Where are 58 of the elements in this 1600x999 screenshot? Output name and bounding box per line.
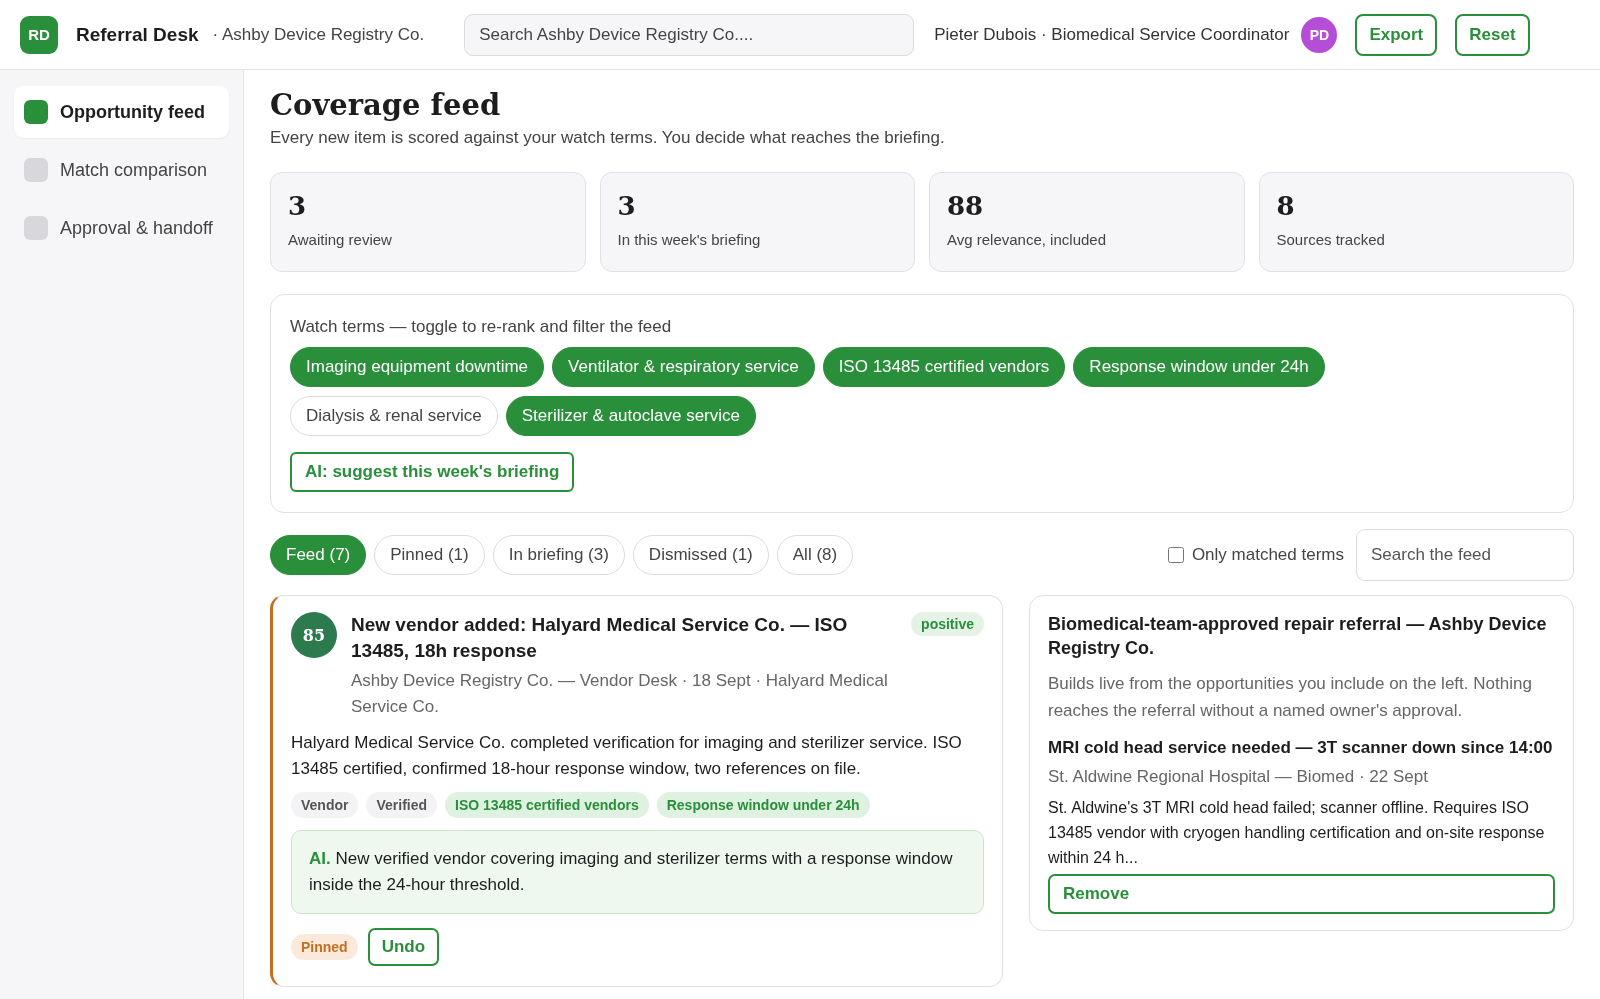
filter-tab[interactable]: Feed (7) bbox=[270, 535, 367, 575]
referral-title: Biomedical-team-approved repair referral — Ashby Device Registry Co. bbox=[1048, 613, 1548, 660]
ai-suggest-button[interactable]: AI: suggest this week's briefing bbox=[290, 452, 575, 492]
status-badge: Pinned bbox=[291, 934, 358, 960]
page-title: Coverage feed bbox=[270, 88, 502, 122]
header-button[interactable]: Reset bbox=[1455, 13, 1530, 56]
item-body: Halyard Medical Service Co. completed verification for imaging and sterilizer service. ISO 13485 certified, confirmed 18-hour response window, two references on file. bbox=[291, 732, 963, 780]
ai-note: AI. New verified vendor covering imaging and sterilizer terms with a response window inside the 24-hour threshold. bbox=[291, 830, 984, 914]
watch-terms-label: Watch terms — toggle to re-rank and filter the feed bbox=[290, 317, 673, 337]
stat-value: 8 bbox=[1276, 191, 1296, 221]
stat-label: Awaiting review bbox=[288, 231, 393, 248]
tag: Response window under 24h bbox=[656, 792, 870, 818]
tag: Verified bbox=[366, 792, 438, 818]
undo-button[interactable]: Undo bbox=[367, 928, 440, 966]
referral-description: Builds live from the opportunities you include on the left. Nothing reaches the referral without a named owner's approval. bbox=[1048, 673, 1533, 722]
user-name: Pieter Dubois · Biomedical Service Coordinator bbox=[934, 24, 1290, 45]
sidebar-item[interactable]: Opportunity feed bbox=[14, 86, 229, 138]
referral-item-body: St. Aldwine's 3T MRI cold head failed; scanner offline. Requires ISO 13485 vendor with cryogen handling certification and on-site response within 24 h... bbox=[1048, 798, 1546, 868]
stat-label: Avg relevance, included bbox=[947, 231, 1107, 248]
stat-value: 3 bbox=[617, 191, 637, 221]
filter-tab[interactable]: Dismissed (1) bbox=[632, 535, 769, 575]
referral-item-title: MRI cold head service needed — 3T scanner down since 14:00 bbox=[1048, 737, 1554, 759]
tag: Vendor bbox=[291, 792, 359, 818]
watch-term-toggle[interactable]: ISO 13485 certified vendors bbox=[822, 347, 1066, 387]
filter-tab[interactable]: All (8) bbox=[776, 535, 854, 575]
feed-search-field[interactable]: Search the feed bbox=[1356, 529, 1574, 581]
app-name: Referral Desk bbox=[76, 23, 199, 46]
sidebar-item[interactable]: Match comparison bbox=[14, 144, 229, 196]
stat-value: 88 bbox=[947, 191, 985, 221]
stat-label: In this week's briefing bbox=[617, 231, 762, 248]
avatar[interactable]: PD bbox=[1301, 16, 1338, 53]
checkbox[interactable] bbox=[1167, 547, 1184, 563]
tag: ISO 13485 certified vendors bbox=[445, 792, 649, 818]
score-badge: 85 bbox=[291, 612, 337, 658]
stat-label: Sources tracked bbox=[1276, 231, 1386, 248]
remove-button[interactable]: Remove bbox=[1048, 874, 1555, 914]
sidebar-item[interactable]: Approval & handoff bbox=[14, 202, 229, 254]
filter-tab[interactable]: In briefing (3) bbox=[492, 535, 625, 575]
watch-term-toggle[interactable]: Response window under 24h bbox=[1073, 347, 1325, 387]
nav-square-icon bbox=[24, 216, 48, 240]
sentiment-badge: positive bbox=[911, 612, 984, 636]
watch-term-toggle[interactable]: Dialysis & renal service bbox=[290, 396, 498, 436]
page-subtitle: Every new item is scored against your watch terms. You decide what reaches the briefing. bbox=[270, 128, 946, 148]
organization-name: · Ashby Device Registry Co. bbox=[212, 24, 425, 45]
watch-term-toggle[interactable]: Ventilator & respiratory service bbox=[552, 347, 815, 387]
app-logo: RD bbox=[20, 15, 58, 54]
watch-term-toggle[interactable]: Imaging equipment downtime bbox=[290, 347, 545, 387]
item-meta: Ashby Device Registry Co. — Vendor Desk · 18 Sept · Halyard Medical Service Co. bbox=[351, 670, 889, 718]
filter-tab[interactable]: Pinned (1) bbox=[374, 535, 485, 575]
referral-item-meta: St. Aldwine Regional Hospital — Biomed · 22 Sept bbox=[1048, 767, 1429, 787]
watch-term-toggle[interactable]: Sterilizer & autoclave service bbox=[505, 396, 756, 436]
checkbox-label: Only matched terms bbox=[1191, 545, 1344, 565]
search-field[interactable]: Search Ashby Device Registry Co.... bbox=[464, 13, 915, 56]
header-button[interactable]: Export bbox=[1355, 13, 1438, 56]
nav-square-icon bbox=[24, 100, 48, 124]
item-title: New vendor added: Halyard Medical Service Co. — ISO 13485, 18h response bbox=[351, 613, 849, 663]
nav-square-icon bbox=[24, 158, 48, 182]
stat-value: 3 bbox=[288, 191, 308, 221]
